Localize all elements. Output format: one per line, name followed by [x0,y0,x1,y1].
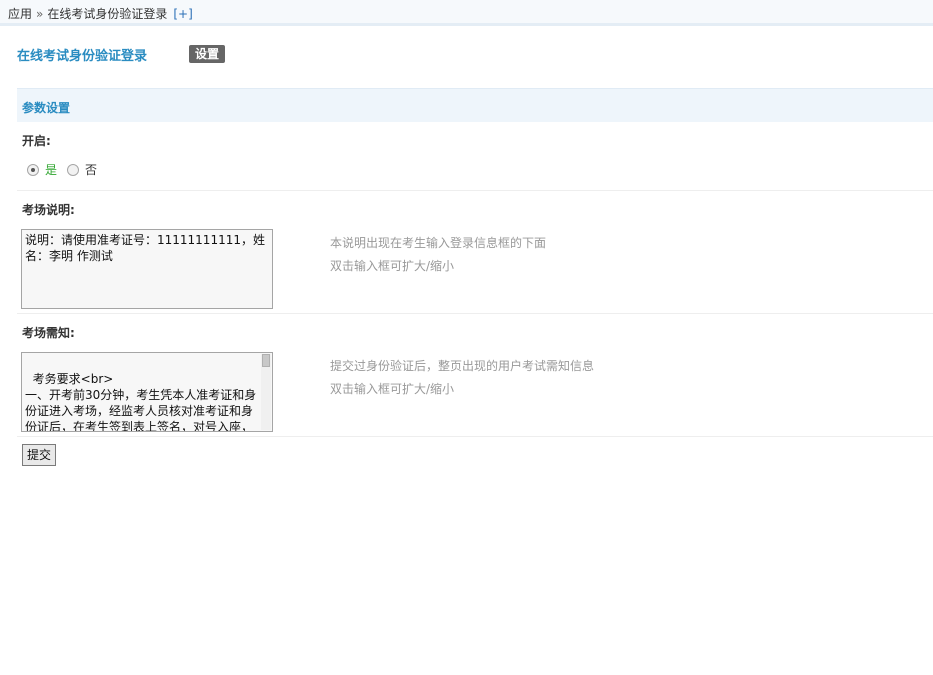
enable-yes-radio[interactable] [27,163,39,176]
section-title: 参数设置 [22,101,71,115]
exam-notice-hint: 提交过身份验证后，整页出现的用户考试需知信息 [330,359,595,373]
enable-label: 开启: [22,134,51,148]
breadcrumb-separator: » [36,7,44,21]
submit-button[interactable]: 提交 [22,444,57,466]
exam-note-textarea[interactable]: 说明：请使用准考证号：11111111111，姓名：李明 作测试 [21,229,273,309]
breadcrumb-bar: 应用 » 在线考试身份验证登录 [+] [0,0,933,26]
exam-notice-resize-hint: 双击输入框可扩大/缩小 [330,382,455,396]
breadcrumb: 应用 » 在线考试身份验证登录 [+] [8,5,193,22]
scrollbar-thumb[interactable] [262,354,270,367]
page-title: 在线考试身份验证登录 [17,49,148,64]
exam-notice-label: 考场需知: [22,326,75,340]
breadcrumb-root[interactable]: 应用 [8,7,32,21]
enable-yes-label[interactable]: 是 [45,163,57,177]
enable-no-label[interactable]: 否 [85,163,97,177]
divider [17,313,933,314]
settings-button[interactable]: 设置 [189,45,226,63]
exam-notice-textarea[interactable]: 考务要求<br> 一、开考前30分钟，考生凭本人准考证和身份证进入考场，经监考人… [21,352,273,432]
enable-radio-group: 是否 [27,161,107,178]
section-header: 参数设置 [17,88,933,122]
add-shortcut-link[interactable]: [+] [173,7,192,21]
exam-note-hint: 本说明出现在考生输入登录信息框的下面 [330,236,547,250]
exam-note-resize-hint: 双击输入框可扩大/缩小 [330,259,455,273]
divider [17,190,933,191]
breadcrumb-current: 在线考试身份验证登录 [47,7,168,21]
exam-notice-text: 考务要求<br> 一、开考前30分钟，考生凭本人准考证和身份证进入考场，经监考人… [25,372,257,432]
exam-notice-scrollbar[interactable] [261,354,271,430]
enable-no-radio[interactable] [67,163,80,176]
divider [17,436,933,437]
exam-note-label: 考场说明: [22,203,75,217]
